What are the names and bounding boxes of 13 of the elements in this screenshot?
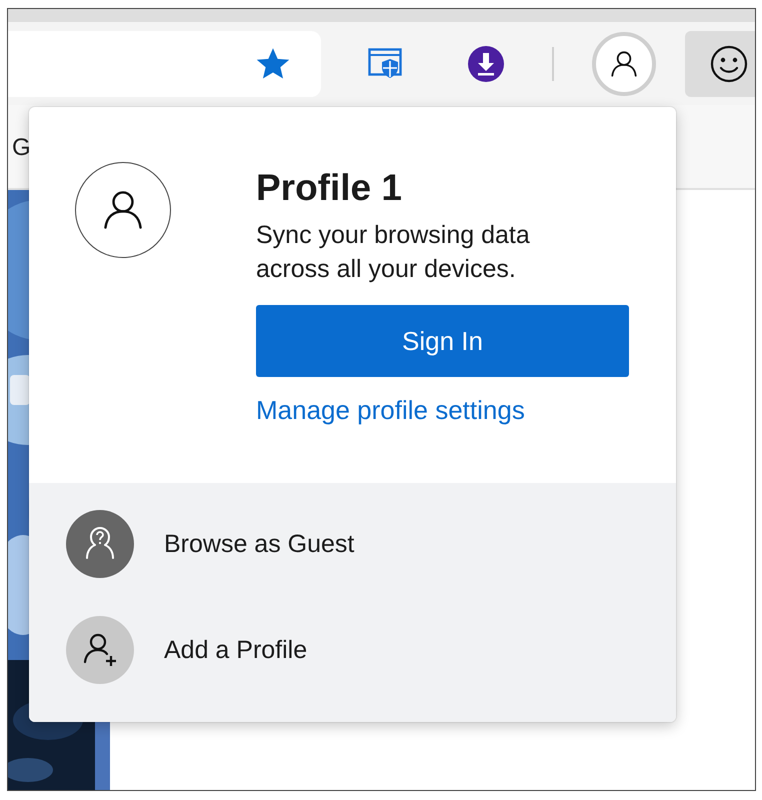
smiley-icon [710, 44, 748, 82]
manage-profile-link[interactable]: Manage profile settings [256, 395, 525, 426]
sign-in-button[interactable]: Sign In [256, 305, 629, 377]
address-field[interactable] [8, 30, 321, 96]
menu-item[interactable]: Add a Profile [164, 636, 308, 664]
sync-message: Sync your browsing data across all your devices. [256, 220, 531, 285]
shield-window-icon[interactable] [368, 48, 404, 80]
download-icon[interactable] [467, 44, 505, 82]
avatar-icon [75, 162, 171, 258]
bookmark-item[interactable]: G [12, 134, 31, 162]
smiley-button[interactable] [685, 30, 755, 96]
profile-name: Profile 1 [256, 166, 402, 210]
menu-item[interactable]: Browse as Guest [164, 530, 354, 558]
